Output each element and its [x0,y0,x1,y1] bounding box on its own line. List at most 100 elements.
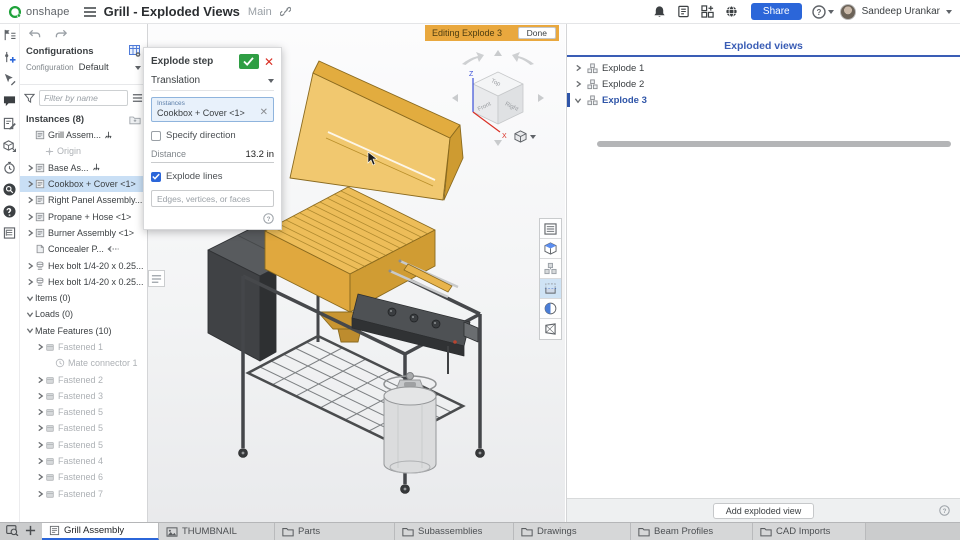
explode-step-slider[interactable] [597,141,951,147]
tree-item[interactable]: Fastened 5 [20,420,147,436]
link-icon[interactable] [279,6,291,17]
report-icon[interactable] [2,226,18,240]
bell-icon[interactable] [651,3,669,21]
tree-item[interactable]: Mate Features (10) [20,323,147,339]
tree-caret-icon[interactable] [25,180,35,188]
tree-caret-icon[interactable] [35,408,45,416]
export-3d-icon[interactable] [2,138,18,152]
tab-subassemblies[interactable]: Subassemblies [395,523,514,540]
tree-caret-icon[interactable] [35,441,45,449]
share-button[interactable]: Share [750,3,802,20]
tree-item[interactable]: Fastened 5 [20,404,147,420]
tree-caret-icon[interactable] [35,376,45,384]
perspective-icon[interactable] [540,319,561,339]
isometric-icon[interactable] [540,239,561,259]
tree-item[interactable]: Fastened 2 [20,371,147,387]
appearance-icon[interactable] [540,299,561,319]
tree-caret-icon[interactable] [25,278,35,286]
tree-item[interactable]: Mate connector 1 [20,355,147,371]
filter-input[interactable] [39,90,128,106]
hamburger-menu-icon[interactable] [83,6,96,17]
tree-item[interactable]: Hex bolt 1/4-20 x 0.25... [20,274,147,290]
done-button[interactable]: Done [517,27,556,39]
explode-type-select[interactable]: Translation [151,75,274,91]
specify-direction-row[interactable]: Specify direction [151,130,274,141]
clear-selection-icon[interactable]: ✕ [260,107,268,118]
tree-caret-icon[interactable] [25,196,35,204]
insert-icon[interactable] [2,50,18,64]
edges-selection-input[interactable]: Edges, vertices, or faces [151,190,274,207]
panel-handle[interactable] [148,270,165,287]
tab-cad-imports[interactable]: CAD Imports [753,523,866,540]
tree-caret-icon[interactable] [573,80,583,88]
tree-item[interactable]: Base As... [20,160,147,176]
tree-caret-icon[interactable] [25,262,35,270]
tree-caret-icon[interactable] [25,327,35,334]
tree-item[interactable]: Fastened 3 [20,388,147,404]
tree-item[interactable]: Fastened 7 [20,486,147,502]
tree-item[interactable]: Concealer P... [20,241,147,257]
search-tabs-icon[interactable] [6,524,19,536]
onshape-logo[interactable]: onshape [0,5,78,19]
add-exploded-view-button[interactable]: Add exploded view [712,502,815,519]
tree-item[interactable]: Loads (0) [20,306,147,322]
tree-item[interactable]: Propane + Hose <1> [20,208,147,224]
exploded-view-item[interactable]: Explode 2 [567,76,960,92]
tree-item[interactable]: Right Panel Assembly... [20,192,147,208]
tree-item[interactable]: Origin [20,143,147,159]
tree-caret-icon[interactable] [25,295,35,302]
learn-icon[interactable] [2,204,18,218]
add-folder-icon[interactable] [129,115,141,125]
panel-help-icon[interactable]: ? [939,505,950,516]
tree-caret-icon[interactable] [35,424,45,432]
tree-caret-icon[interactable] [25,213,35,221]
tab-beam-profiles[interactable]: Beam Profiles [631,523,753,540]
tree-item[interactable]: Grill Assem... [20,127,147,143]
tree-item[interactable]: Fastened 6 [20,469,147,485]
redo-icon[interactable] [55,29,68,39]
exploded-icon[interactable] [540,259,561,279]
user-menu-caret-icon[interactable] [946,9,952,14]
tree-caret-icon[interactable] [35,490,45,498]
tree-caret-icon[interactable] [25,229,35,237]
tree-caret-icon[interactable] [35,392,45,400]
configuration-caret-icon[interactable] [135,65,141,70]
tree-item[interactable]: Cookbox + Cover <1> [20,175,147,193]
undo-icon[interactable] [28,29,41,39]
configuration-value[interactable]: Default [79,62,130,73]
tree-item[interactable]: Hex bolt 1/4-20 x 0.25... [20,257,147,273]
tab-drawings[interactable]: Drawings [514,523,631,540]
workspace-name[interactable]: Main [248,6,272,18]
list-options-icon[interactable] [132,93,143,103]
tab-parts[interactable]: Parts [275,523,395,540]
configuration-table-icon[interactable] [129,45,141,57]
help-menu[interactable]: ? [811,4,834,19]
edit-document-icon[interactable] [2,116,18,130]
release-notes-icon[interactable] [675,3,693,21]
filter-icon[interactable] [24,93,35,104]
feature-list-icon[interactable] [2,28,18,42]
comment-icon[interactable] [2,94,18,108]
specify-direction-checkbox[interactable] [151,130,161,141]
tree-caret-icon[interactable] [573,64,583,72]
explode-lines-checkbox[interactable] [151,171,161,182]
tree-item[interactable]: Fastened 5 [20,437,147,453]
tree-caret-icon[interactable] [25,164,35,172]
tree-caret-icon[interactable] [573,97,583,104]
tree-item[interactable]: Burner Assembly <1> [20,225,147,241]
tab-grill-assembly[interactable]: Grill Assembly [42,523,159,540]
tree-caret-icon[interactable] [35,343,45,351]
instances-selection[interactable]: Instances Cookbox + Cover <1> ✕ [151,97,274,122]
community-icon[interactable] [723,3,741,21]
tab-thumbnail[interactable]: THUMBNAIL [159,523,275,540]
tree-caret-icon[interactable] [35,473,45,481]
app-store-icon[interactable] [699,3,717,21]
tree-item[interactable]: Fastened 4 [20,453,147,469]
confirm-button[interactable] [238,54,259,69]
view-menu-icon[interactable] [540,219,561,239]
select-edit-icon[interactable] [2,72,18,86]
history-icon[interactable] [2,160,18,174]
dialog-help-icon[interactable]: ? [263,213,274,224]
search-icon[interactable] [2,182,18,196]
explode-lines-row[interactable]: Explode lines [151,171,274,182]
